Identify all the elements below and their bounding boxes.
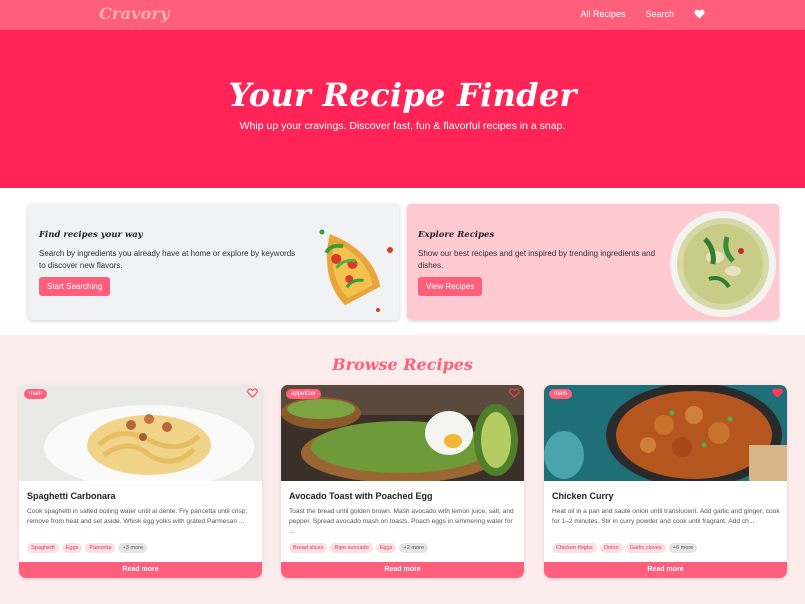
ingredient-tags: Chicken thighs Onion Garlic cloves +6 mo… bbox=[552, 543, 698, 553]
recipe-description: Toast the bread until golden brown. Mash… bbox=[289, 508, 514, 535]
nav-link-search[interactable]: Search bbox=[645, 9, 674, 19]
ingredient-tags: Spaghetti Eggs Pancetta +3 more bbox=[27, 543, 148, 553]
ingredient-tags: Bread slices Ripe avocado Eggs +2 more bbox=[289, 543, 429, 553]
navbar: Cravory All Recipes Search bbox=[0, 0, 805, 30]
start-searching-button[interactable]: Start Searching bbox=[39, 277, 111, 296]
recipe-description: Heat oil in a pan and sauté onion until … bbox=[552, 508, 780, 525]
category-badge: main bbox=[24, 389, 48, 399]
recipe-description: Cook spaghetti in salted boiling water u… bbox=[27, 508, 248, 525]
read-more-button[interactable]: Read more bbox=[281, 562, 524, 578]
recipe-card[interactable]: main Chicken Curry Heat oil in a pan and… bbox=[544, 385, 787, 578]
feature-title: Find recipes your way bbox=[39, 230, 143, 240]
ingredient-tag: Eggs bbox=[375, 543, 397, 553]
recipe-title: Spaghetti Carbonara bbox=[27, 491, 116, 501]
feature-card-search: Find recipes your way Search by ingredie… bbox=[28, 204, 399, 320]
more-tags: +3 more bbox=[118, 543, 148, 553]
hero-subtitle: Whip up your cravings. Discover fast, fu… bbox=[239, 120, 566, 132]
avocado-toast-image bbox=[281, 385, 524, 481]
recipe-title: Avocado Toast with Poached Egg bbox=[289, 491, 433, 501]
nav-links: All Recipes Search bbox=[580, 9, 705, 19]
browse-title: Browse Recipes bbox=[332, 355, 473, 374]
feature-card-explore: Explore Recipes Show our best recipes an… bbox=[407, 204, 779, 320]
heart-outline-icon[interactable] bbox=[247, 388, 258, 398]
ingredient-tag: Chicken thighs bbox=[552, 543, 597, 553]
more-tags: +6 more bbox=[668, 543, 698, 553]
heart-filled-icon[interactable] bbox=[772, 388, 783, 398]
category-badge: main bbox=[549, 389, 573, 399]
ingredient-tag: Spaghetti bbox=[27, 543, 59, 553]
more-tags: +2 more bbox=[399, 543, 429, 553]
category-badge: appetizer bbox=[286, 389, 321, 399]
read-more-button[interactable]: Read more bbox=[19, 562, 262, 578]
ingredient-tag: Pancetta bbox=[85, 543, 116, 553]
view-recipes-button[interactable]: View Recipes bbox=[418, 277, 483, 296]
feature-section: Find recipes your way Search by ingredie… bbox=[0, 188, 805, 335]
recipe-title: Chicken Curry bbox=[552, 491, 614, 501]
ingredient-tag: Ripe avocado bbox=[330, 543, 373, 553]
ingredient-tag: Garlic cloves bbox=[625, 543, 666, 553]
feature-description: Search by ingredients you already have a… bbox=[39, 249, 296, 270]
recipe-card[interactable]: appetizer Avocado Toast with Poached Egg… bbox=[281, 385, 524, 578]
hero: Your Recipe Finder Whip up your cravings… bbox=[0, 30, 805, 188]
ingredient-tag: Onion bbox=[599, 543, 623, 553]
feature-description: Show our best recipes and get inspired b… bbox=[418, 249, 656, 270]
taco-image bbox=[319, 229, 393, 312]
ingredient-tag: Eggs bbox=[61, 543, 83, 553]
heart-outline-icon[interactable] bbox=[509, 388, 520, 398]
hero-title: Your Recipe Finder bbox=[228, 76, 577, 114]
recipe-card[interactable]: main Spaghetti Carbonara Cook spaghetti … bbox=[19, 385, 262, 578]
chicken-curry-image bbox=[544, 385, 787, 481]
feature-title: Explore Recipes bbox=[418, 230, 495, 240]
logo[interactable]: Cravory bbox=[99, 4, 170, 23]
ingredient-tag: Bread slices bbox=[289, 543, 328, 553]
green-curry-bowl-image bbox=[670, 211, 776, 317]
nav-link-all-recipes[interactable]: All Recipes bbox=[580, 9, 625, 19]
spaghetti-carbonara-image bbox=[19, 385, 262, 481]
read-more-button[interactable]: Read more bbox=[544, 562, 787, 578]
heart-icon[interactable] bbox=[694, 9, 705, 19]
browse-section: Browse Recipes main Spaghetti Carbonara … bbox=[0, 335, 805, 604]
